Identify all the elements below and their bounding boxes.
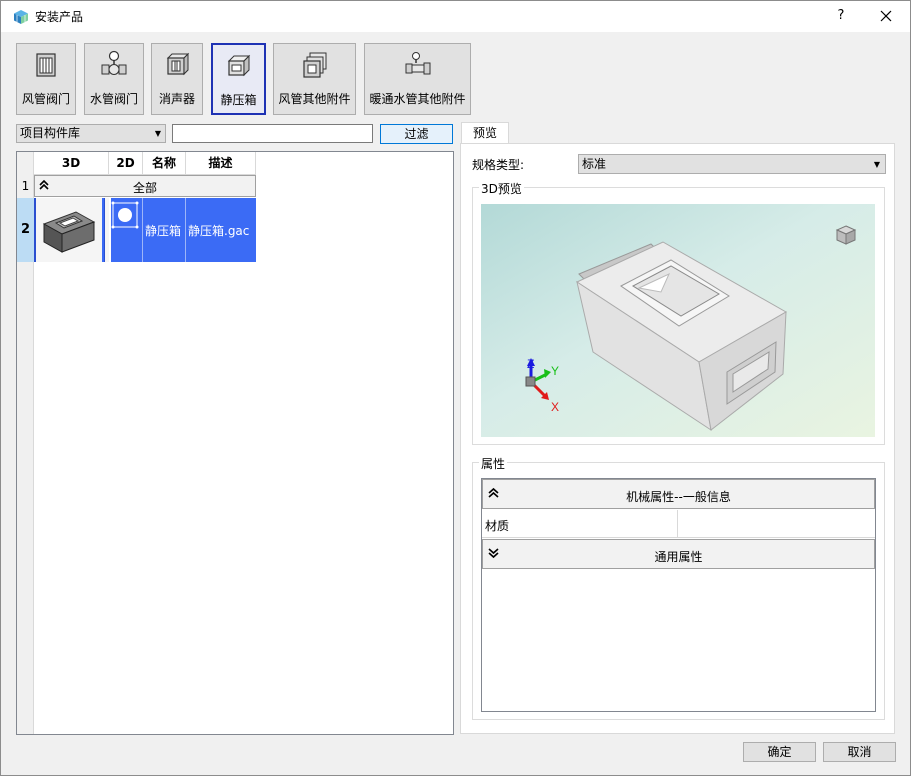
category-duct-accessory-button[interactable]: 风管其他附件	[273, 43, 356, 115]
properties-title: 属性	[479, 455, 508, 472]
property-group-mechanical[interactable]: 机械属性--一般信息	[482, 479, 875, 509]
cell-2d-thumbnail	[109, 198, 143, 262]
silencer-icon	[166, 52, 190, 76]
property-key: 材质	[485, 519, 510, 533]
title-bar[interactable]: 安装产品 ?	[1, 1, 910, 32]
category-label: 静压箱	[220, 93, 257, 107]
property-group-general[interactable]: 通用属性	[482, 539, 875, 569]
property-group-label: 通用属性	[654, 550, 703, 564]
water-valve-icon	[101, 50, 127, 75]
spec-type-select[interactable]: 标准 ▼	[578, 154, 886, 174]
plenum-box-3d-model: Z Y X	[525, 241, 788, 432]
category-label: 风管阀门	[21, 92, 70, 106]
help-button[interactable]: ?	[827, 5, 855, 27]
spec-type-value: 标准	[582, 157, 607, 171]
category-duct-valve-button[interactable]: 风管阀门	[16, 43, 76, 115]
plenum-box-2d-icon	[111, 201, 139, 229]
category-label: 暖通水管其他附件	[369, 92, 466, 106]
group-row-all[interactable]: 全部	[34, 175, 256, 197]
column-header-name[interactable]: 名称	[143, 152, 186, 175]
category-water-valve-button[interactable]: 水管阀门	[84, 43, 144, 115]
table-row[interactable]: 静压箱 静压箱.gac	[34, 198, 256, 262]
app-cube-icon	[14, 10, 28, 24]
column-header-3d[interactable]: 3D	[34, 152, 109, 175]
row-number: 1	[21, 179, 30, 193]
duct-valve-icon	[36, 53, 56, 77]
plenum-box-icon	[227, 54, 250, 77]
cell-name: 静压箱	[143, 198, 186, 262]
preview-3d-viewport[interactable]: Z Y X	[481, 204, 875, 437]
column-header-2d[interactable]: 2D	[109, 152, 143, 175]
row-number: 2	[17, 198, 34, 262]
cancel-button[interactable]: 取消	[823, 742, 896, 762]
category-plenum-box-button[interactable]: 静压箱	[211, 43, 266, 115]
close-button[interactable]	[867, 2, 905, 30]
preview-panel: 规格类型: 标准 ▼ 3D预览 Z Y X 属性 机械属性--一般信息 材质 通…	[460, 143, 895, 734]
library-select[interactable]: 项目构件库 ▼	[16, 124, 166, 143]
view-cube-icon[interactable]	[833, 222, 859, 248]
plenum-box-thumbnail-icon	[36, 198, 102, 262]
cell-description: 静压箱.gac	[186, 198, 256, 262]
category-label: 风管其他附件	[278, 92, 351, 106]
axis-y-label: Y	[551, 364, 559, 378]
tab-preview[interactable]: 预览	[461, 122, 509, 144]
column-divider	[677, 510, 678, 538]
ok-button[interactable]: 确定	[743, 742, 816, 762]
filter-input[interactable]	[172, 124, 373, 143]
property-group-label: 机械属性--一般信息	[626, 490, 731, 504]
component-table[interactable]: 3D 2D 名称 描述 1 全部 2 静压箱 静压箱.gac	[16, 151, 454, 735]
axis-x-label: X	[551, 400, 559, 414]
category-label: 消声器	[158, 92, 195, 106]
close-icon	[880, 10, 892, 22]
library-select-value: 项目构件库	[20, 126, 81, 140]
cell-description-text: 静压箱.gac	[188, 224, 250, 238]
install-product-dialog: 安装产品 ? 风管阀门 水管阀门 消声器 静压箱 风管其他附件 暖通水管其他附件…	[0, 0, 911, 776]
category-label: 水管阀门	[89, 92, 138, 106]
category-pipe-accessory-button[interactable]: 暖通水管其他附件	[364, 43, 471, 115]
duct-accessory-icon	[302, 52, 326, 78]
column-header-description[interactable]: 描述	[186, 152, 256, 175]
axis-z-label: Z	[527, 357, 534, 371]
property-row-material[interactable]: 材质	[482, 510, 875, 538]
pipe-accessory-icon	[405, 52, 430, 75]
spec-type-label: 规格类型:	[472, 158, 525, 172]
chevron-down-icon: ▼	[154, 129, 161, 138]
chevron-down-icon: ▼	[873, 160, 880, 169]
window-title: 安装产品	[35, 10, 84, 24]
category-silencer-button[interactable]: 消声器	[151, 43, 203, 115]
group-label: 全部	[132, 181, 157, 195]
cell-3d-thumbnail	[34, 198, 109, 262]
filter-button[interactable]: 过滤	[380, 124, 453, 144]
preview-3d-title: 3D预览	[479, 180, 524, 197]
cell-name-text: 静压箱	[145, 224, 182, 238]
property-grid[interactable]: 机械属性--一般信息 材质 通用属性	[481, 478, 876, 712]
